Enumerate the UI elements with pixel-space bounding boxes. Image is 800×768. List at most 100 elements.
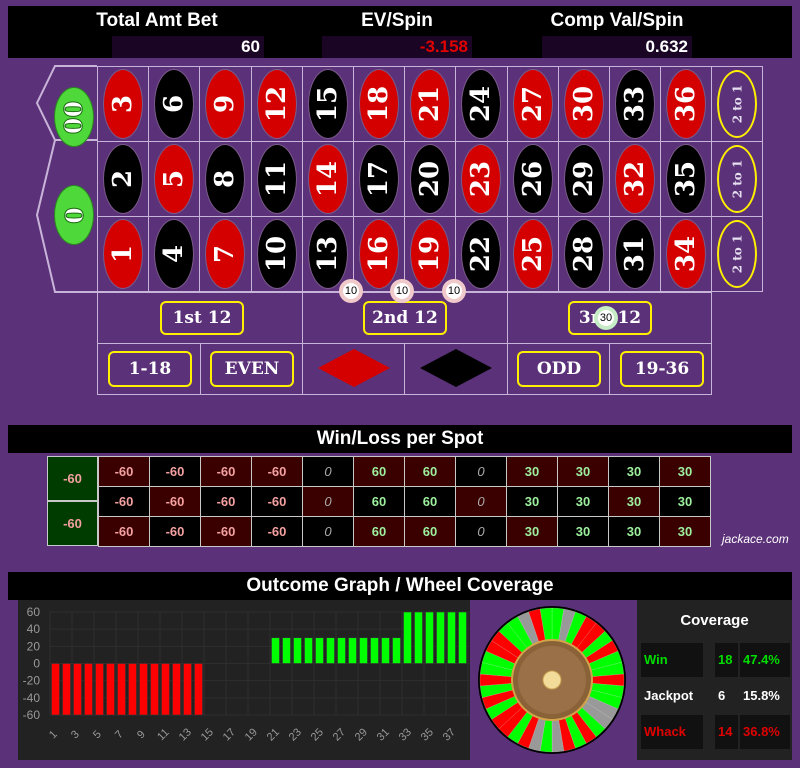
bar-6 [106, 663, 115, 716]
coverage-panel: Coverage Win 18 47.4% Jackpot 6 15.8% Whack 14 3… [637, 600, 792, 760]
y-tick-label: 40 [27, 622, 41, 636]
x-tick-label: 13 [177, 726, 194, 743]
number-label: 00 [59, 100, 89, 134]
number-29[interactable]: 29 [557, 141, 610, 217]
number-label: 0 [59, 206, 89, 224]
number-26[interactable]: 26 [506, 141, 559, 217]
bar-28 [348, 637, 357, 664]
chip-six-line-13[interactable]: 10 [339, 279, 363, 303]
number-4[interactable]: 4 [148, 216, 201, 292]
number-5[interactable]: 5 [148, 141, 201, 217]
number-label: 28 [568, 235, 599, 273]
number-20[interactable]: 20 [404, 141, 457, 217]
x-tick-label: 35 [419, 726, 436, 743]
chip-dozen-3[interactable]: 30 [594, 306, 618, 330]
number-18[interactable]: 18 [353, 66, 406, 142]
number-oval: 24 [461, 69, 502, 139]
bar-32 [392, 637, 401, 664]
number-36[interactable]: 36 [660, 66, 713, 142]
number-32[interactable]: 32 [609, 141, 662, 217]
number-34[interactable]: 34 [660, 216, 713, 292]
number-label: 1 [108, 244, 139, 264]
number-label: 6 [159, 94, 190, 114]
number-8[interactable]: 8 [199, 141, 252, 217]
number-25[interactable]: 25 [506, 216, 559, 292]
number-14[interactable]: 14 [301, 141, 354, 217]
bar-37 [447, 611, 456, 664]
column-bet-1[interactable]: 2 to 1 [711, 66, 764, 142]
number-9[interactable]: 9 [199, 66, 252, 142]
bar-2 [62, 663, 71, 716]
high-button[interactable]: 19-36 [620, 351, 704, 387]
number-31[interactable]: 31 [609, 216, 662, 292]
dozen-1-button[interactable]: 1st 12 [160, 301, 244, 335]
number-oval: 23 [461, 144, 502, 214]
number-label: 12 [261, 85, 292, 123]
winloss-cell: -60 [251, 486, 303, 517]
chip-six-line-19[interactable]: 10 [442, 279, 466, 303]
number-6[interactable]: 6 [148, 66, 201, 142]
number-0[interactable]: 0 [54, 185, 94, 245]
number-2[interactable]: 2 [97, 141, 150, 217]
bar-30 [370, 637, 379, 664]
even-button[interactable]: EVEN [210, 351, 294, 387]
winloss-cell: -60 [200, 456, 252, 487]
number-label: 24 [466, 85, 497, 123]
bar-5 [95, 663, 104, 716]
bar-21 [271, 637, 280, 664]
winloss-cell: 0 [302, 516, 354, 547]
bar-38 [458, 611, 467, 664]
bar-4 [84, 663, 93, 716]
number-30[interactable]: 30 [557, 66, 610, 142]
number-35[interactable]: 35 [660, 141, 713, 217]
column-bet-2[interactable]: 2 to 1 [711, 141, 764, 217]
wheel-graphic [478, 606, 626, 754]
bar-11 [161, 663, 170, 716]
number-21[interactable]: 21 [404, 66, 457, 142]
number-33[interactable]: 33 [609, 66, 662, 142]
number-label: 29 [568, 160, 599, 198]
number-00[interactable]: 00 [54, 87, 94, 147]
number-7[interactable]: 7 [199, 216, 252, 292]
winloss-cell: 30 [506, 456, 558, 487]
black-diamond-icon[interactable] [418, 347, 494, 389]
bar-22 [282, 637, 291, 664]
chip-six-line-16[interactable]: 10 [390, 279, 414, 303]
number-1[interactable]: 1 [97, 216, 150, 292]
dozen-2-button[interactable]: 2nd 12 [363, 301, 447, 335]
number-22[interactable]: 22 [455, 216, 508, 292]
number-24[interactable]: 24 [455, 66, 508, 142]
number-label: 5 [159, 169, 190, 189]
winloss-cell: 60 [404, 516, 456, 547]
chip-amount: 30 [598, 310, 614, 326]
odd-button[interactable]: ODD [517, 351, 601, 387]
number-15[interactable]: 15 [301, 66, 354, 142]
winloss-cell: -60 [98, 456, 150, 487]
number-27[interactable]: 27 [506, 66, 559, 142]
number-3[interactable]: 3 [97, 66, 150, 142]
stat-label: EV/Spin [361, 10, 433, 31]
credit-link[interactable]: jackace.com [722, 532, 789, 546]
number-12[interactable]: 12 [250, 66, 303, 142]
number-10[interactable]: 10 [250, 216, 303, 292]
number-17[interactable]: 17 [353, 141, 406, 217]
number-label: 2 [108, 169, 139, 189]
number-oval: 15 [307, 69, 348, 139]
x-tick-label: 21 [265, 726, 282, 743]
x-tick-label: 5 [91, 728, 104, 741]
number-11[interactable]: 11 [250, 141, 303, 217]
number-28[interactable]: 28 [557, 216, 610, 292]
winloss-cell: 60 [404, 486, 456, 517]
number-oval: 34 [666, 219, 707, 289]
number-23[interactable]: 23 [455, 141, 508, 217]
red-diamond-icon[interactable] [316, 347, 392, 389]
column-bet-3[interactable]: 2 to 1 [711, 216, 764, 292]
number-oval: 4 [154, 219, 195, 289]
y-tick-label: 0 [33, 657, 40, 671]
y-tick-label: 20 [27, 639, 41, 653]
low-button[interactable]: 1-18 [108, 351, 192, 387]
coverage-whack-count: 14 [715, 715, 738, 749]
x-tick-label: 31 [375, 726, 392, 743]
number-oval: 33 [615, 69, 656, 139]
number-label: 34 [671, 235, 702, 273]
